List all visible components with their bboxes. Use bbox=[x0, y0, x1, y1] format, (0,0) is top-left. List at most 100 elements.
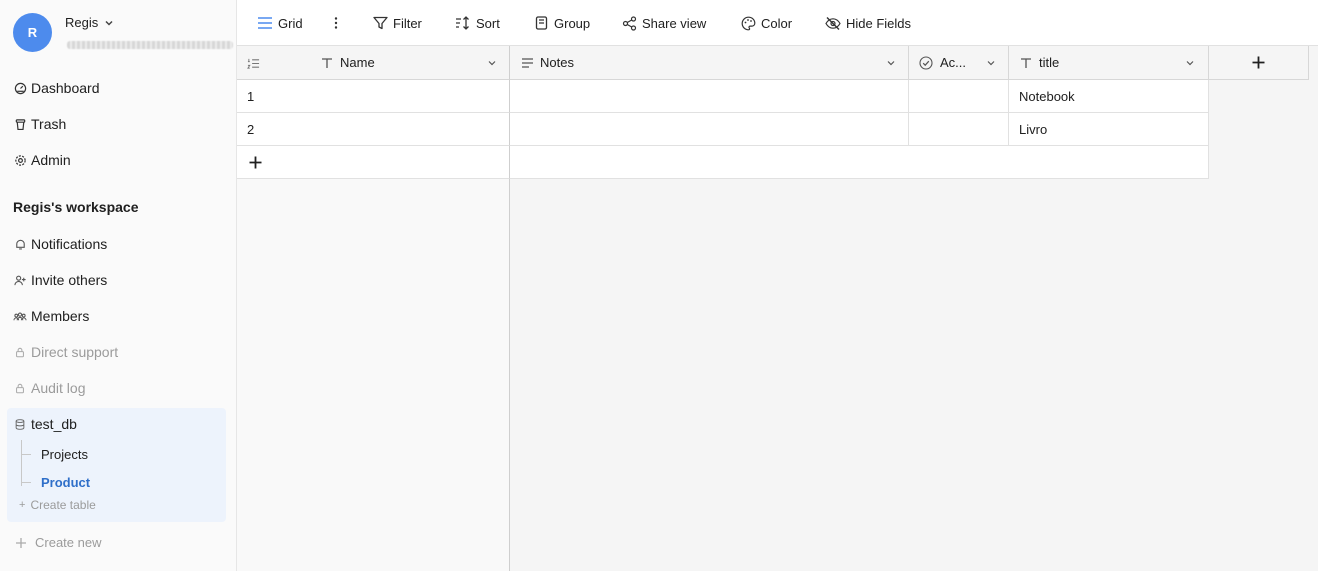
nav-admin[interactable]: Admin bbox=[13, 149, 71, 171]
column-label: Ac... bbox=[940, 55, 967, 70]
tree-line bbox=[21, 440, 22, 486]
column-header-name[interactable]: Name bbox=[237, 46, 510, 80]
plus-icon: + bbox=[19, 499, 26, 511]
nav-admin-label: Admin bbox=[31, 152, 71, 168]
database-item[interactable]: test_db bbox=[13, 414, 77, 434]
boolean-check-icon bbox=[919, 56, 933, 70]
nav-members-label: Members bbox=[31, 308, 90, 324]
long-text-icon bbox=[520, 56, 534, 70]
chevron-down-icon[interactable] bbox=[986, 58, 996, 68]
table-row[interactable]: 2 bbox=[237, 113, 510, 146]
avatar[interactable]: R bbox=[13, 13, 52, 52]
nav-trash-label: Trash bbox=[31, 116, 67, 132]
database-name: test_db bbox=[31, 416, 77, 432]
cell-title[interactable]: Notebook bbox=[1009, 80, 1209, 113]
user-name[interactable]: Regis bbox=[65, 15, 98, 30]
filter-label: Filter bbox=[393, 15, 422, 31]
plus-icon bbox=[15, 537, 27, 549]
chevron-down-icon[interactable] bbox=[886, 58, 896, 68]
add-row-area[interactable] bbox=[510, 146, 1209, 179]
add-row-button[interactable] bbox=[237, 146, 510, 179]
cell-notes[interactable] bbox=[510, 80, 909, 113]
hide-fields-label: Hide Fields bbox=[846, 15, 912, 31]
more-vertical-icon bbox=[328, 15, 344, 31]
group-label: Group bbox=[554, 15, 591, 31]
view-switcher[interactable]: Grid bbox=[257, 12, 303, 34]
dashboard-icon bbox=[13, 81, 27, 95]
grid-view-icon bbox=[257, 15, 273, 31]
color-button[interactable]: Color bbox=[740, 12, 792, 34]
text-icon bbox=[320, 56, 334, 70]
chevron-down-icon[interactable] bbox=[104, 18, 114, 28]
lock-icon bbox=[13, 381, 27, 395]
bell-icon bbox=[13, 237, 27, 251]
cell-active[interactable] bbox=[909, 113, 1009, 146]
create-table-label: Create table bbox=[30, 498, 96, 512]
trash-icon bbox=[13, 117, 27, 131]
plus-icon bbox=[1252, 56, 1265, 69]
eye-off-icon bbox=[825, 15, 841, 31]
plus-icon bbox=[249, 156, 262, 169]
chevron-down-icon[interactable] bbox=[1185, 58, 1195, 68]
column-label: Name bbox=[340, 55, 375, 70]
share-icon bbox=[621, 15, 637, 31]
nav-direct-support[interactable]: Direct support bbox=[13, 341, 118, 363]
row-number: 1 bbox=[247, 88, 255, 104]
column-header-title[interactable]: title bbox=[1009, 46, 1209, 80]
database-icon bbox=[13, 417, 27, 431]
create-new-label: Create new bbox=[35, 535, 102, 550]
palette-icon bbox=[740, 15, 756, 31]
tree-branch bbox=[21, 454, 31, 455]
create-new-button[interactable]: Create new bbox=[15, 535, 101, 550]
sidebar: R Regis Dashboard Trash Admin Regis's wo… bbox=[0, 0, 237, 571]
text-icon bbox=[1019, 56, 1033, 70]
nav-audit-log-label: Audit log bbox=[31, 380, 86, 396]
view-options-button[interactable] bbox=[328, 12, 349, 34]
nav-members[interactable]: Members bbox=[13, 305, 89, 327]
tree-branch bbox=[21, 482, 31, 483]
nav-dashboard[interactable]: Dashboard bbox=[13, 77, 100, 99]
share-view-button[interactable]: Share view bbox=[621, 12, 706, 34]
group-icon bbox=[533, 15, 549, 31]
view-name: Grid bbox=[278, 15, 303, 31]
workspace-title: Regis's workspace bbox=[13, 199, 139, 215]
cell-active[interactable] bbox=[909, 80, 1009, 113]
nav-notifications-label: Notifications bbox=[31, 236, 108, 252]
column-label: title bbox=[1039, 55, 1060, 70]
nav-dashboard-label: Dashboard bbox=[31, 80, 100, 96]
nav-invite-others[interactable]: Invite others bbox=[13, 269, 107, 291]
lock-icon bbox=[13, 345, 27, 359]
chevron-down-icon[interactable] bbox=[487, 58, 497, 68]
user-menu[interactable]: R Regis bbox=[13, 13, 233, 53]
table-link-projects[interactable]: Projects bbox=[41, 447, 88, 462]
column-label: Notes bbox=[540, 55, 574, 70]
row-number: 2 bbox=[247, 121, 255, 137]
cell-title[interactable]: Livro bbox=[1009, 113, 1209, 146]
share-view-label: Share view bbox=[642, 15, 707, 31]
table-row[interactable]: 1 bbox=[237, 80, 510, 113]
nav-audit-log[interactable]: Audit log bbox=[13, 377, 85, 399]
hide-fields-button[interactable]: Hide Fields bbox=[825, 12, 911, 34]
database-group: test_db Projects Product + Create table bbox=[7, 408, 226, 522]
color-label: Color bbox=[761, 15, 793, 31]
column-header-active[interactable]: Ac... bbox=[909, 46, 1009, 80]
filter-button[interactable]: Filter bbox=[372, 12, 422, 34]
user-email-redacted bbox=[67, 41, 233, 49]
members-icon bbox=[13, 309, 27, 323]
table-link-product[interactable]: Product bbox=[41, 475, 90, 490]
nav-invite-label: Invite others bbox=[31, 272, 108, 288]
nav-direct-support-label: Direct support bbox=[31, 344, 119, 360]
nav-trash[interactable]: Trash bbox=[13, 113, 66, 135]
add-column-button[interactable] bbox=[1209, 46, 1309, 80]
user-plus-icon bbox=[13, 273, 27, 287]
nav-notifications[interactable]: Notifications bbox=[13, 233, 107, 255]
cell-notes[interactable] bbox=[510, 113, 909, 146]
sort-button[interactable]: Sort bbox=[455, 12, 500, 34]
view-toolbar: Grid Filter Sort Group Share view Color bbox=[237, 0, 1318, 46]
create-table-button[interactable]: + Create table bbox=[19, 498, 96, 512]
row-number-icon bbox=[246, 56, 260, 70]
sort-icon bbox=[455, 15, 471, 31]
column-header-notes[interactable]: Notes bbox=[510, 46, 909, 80]
filter-icon bbox=[372, 15, 388, 31]
group-button[interactable]: Group bbox=[533, 12, 590, 34]
